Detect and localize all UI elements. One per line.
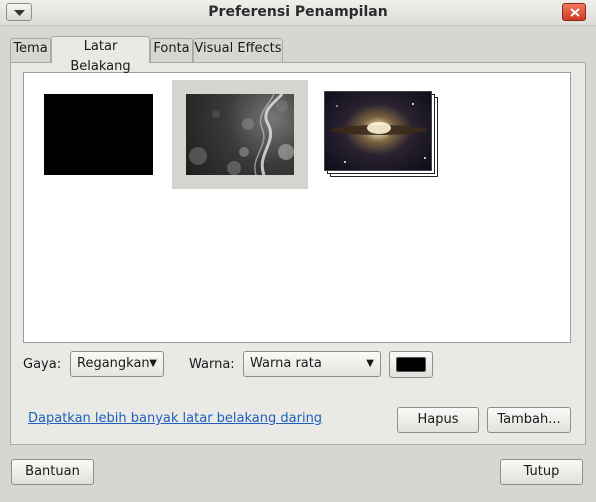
window-close-button[interactable] <box>562 3 586 21</box>
galaxy-image <box>331 103 427 163</box>
window-title: Preferensi Penampilan <box>208 4 388 20</box>
wallpaper-thumbnail-black[interactable] <box>44 94 153 175</box>
add-button[interactable]: Tambah... <box>487 407 571 433</box>
close-icon <box>570 8 580 17</box>
style-combo-value: Regangkan <box>77 356 150 371</box>
dropdown-arrow-icon: ▼ <box>366 358 374 369</box>
wallpaper-thumbnail-smoke[interactable] <box>186 94 294 175</box>
tab-visual-effects[interactable]: Visual Effects <box>193 38 283 62</box>
help-button[interactable]: Bantuan <box>11 459 94 485</box>
tab-theme[interactable]: Tema <box>10 38 51 62</box>
style-label: Gaya: <box>23 357 62 372</box>
color-label: Warna: <box>189 357 235 372</box>
color-mode-value: Warna rata <box>250 356 322 371</box>
close-button[interactable]: Tutup <box>500 459 583 485</box>
style-combo[interactable]: Regangkan ▼ <box>70 351 164 377</box>
tab-fonts[interactable]: Fonta <box>150 38 193 62</box>
smoke-bokeh-image <box>189 94 294 175</box>
tab-background[interactable]: Latar Belakang <box>51 36 150 74</box>
color-swatch <box>396 357 426 372</box>
dropdown-arrow-icon: ▼ <box>149 358 157 369</box>
color-mode-combo[interactable]: Warna rata ▼ <box>243 351 381 377</box>
get-more-backgrounds-link[interactable]: Dapatkan lebih banyak latar belakang dar… <box>28 411 322 426</box>
remove-button[interactable]: Hapus <box>397 407 479 433</box>
wallpaper-thumbnail-galaxy[interactable] <box>324 91 432 171</box>
